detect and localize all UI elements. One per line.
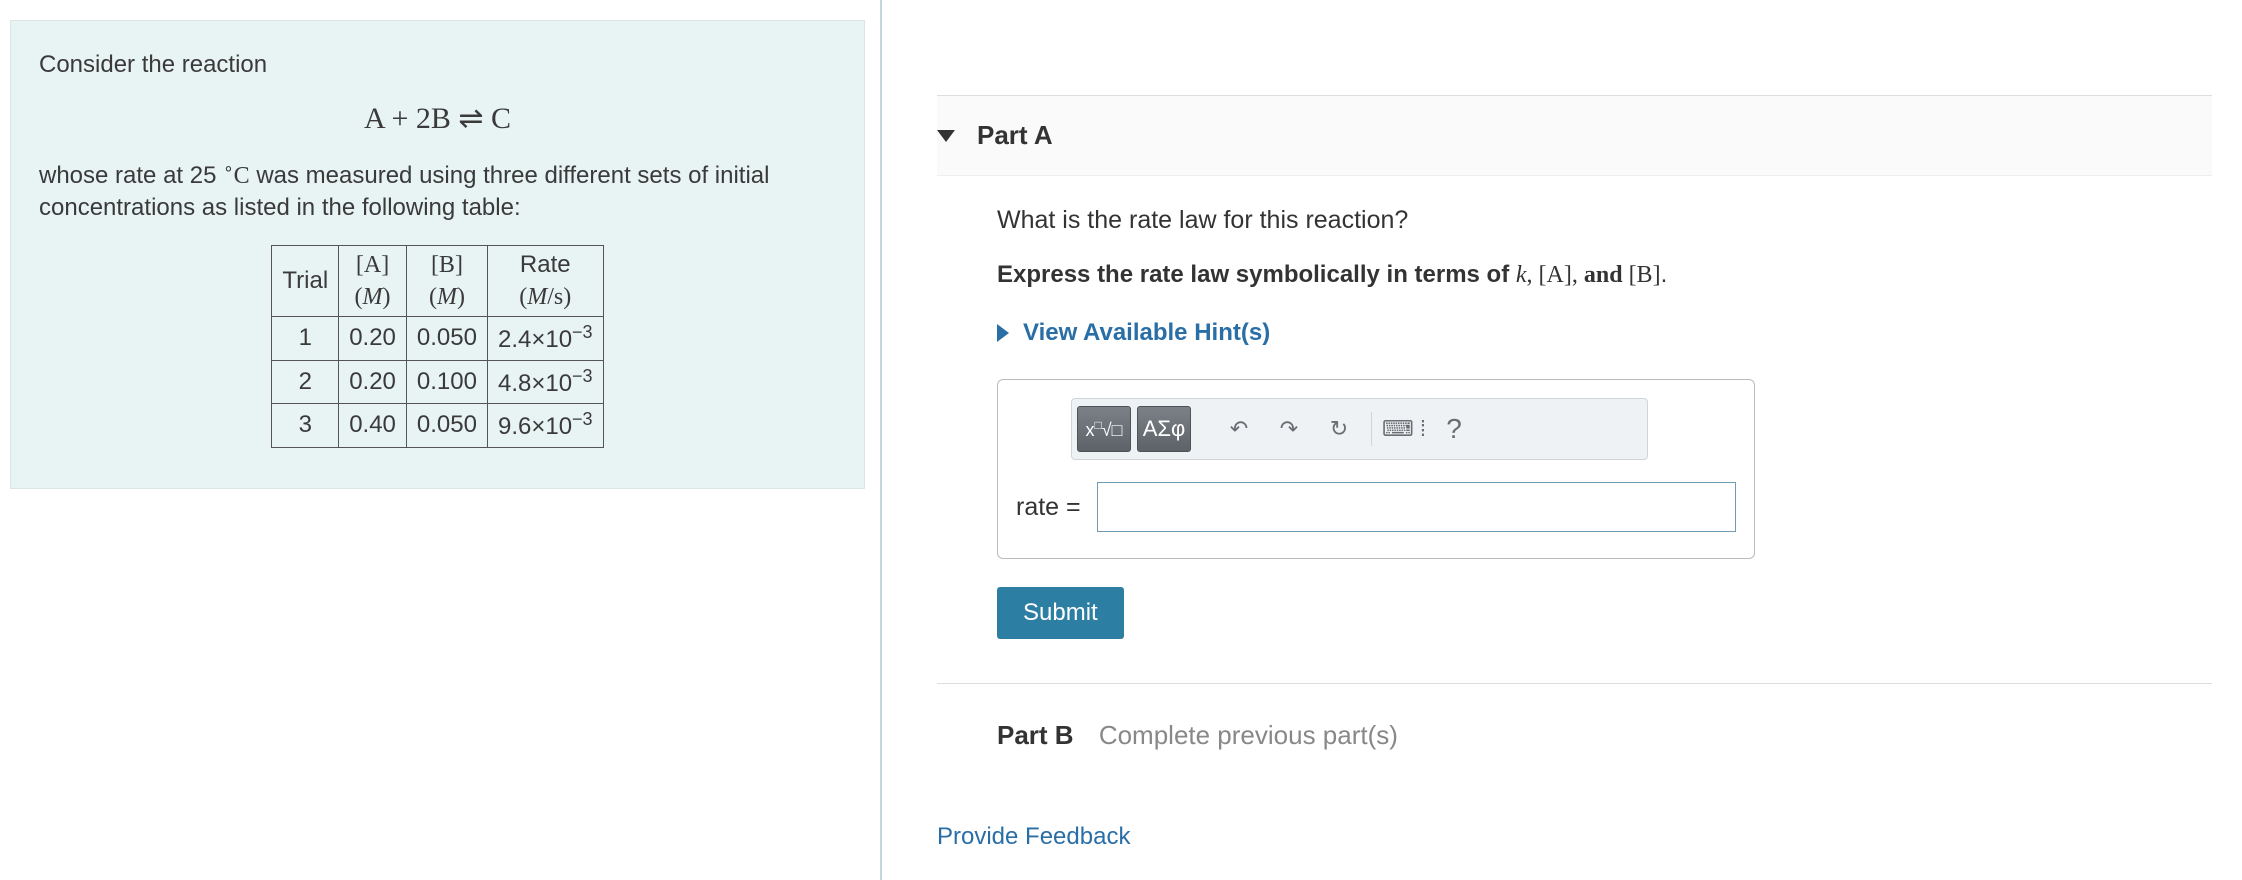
- part-b-label: Part B: [997, 720, 1074, 750]
- answer-input[interactable]: [1097, 482, 1736, 532]
- cell-trial: 3: [272, 404, 339, 447]
- intro-text-pre: whose rate at 25: [39, 162, 223, 189]
- instruction-pre: Express the rate law symbolically in ter…: [997, 261, 1516, 288]
- cell-trial: 1: [272, 317, 339, 360]
- cell-trial: 2: [272, 360, 339, 403]
- page: Consider the reaction A + 2B ⇌ C whose r…: [0, 0, 2242, 880]
- part-b-row: Part B Complete previous part(s): [997, 720, 2212, 751]
- col-b-bot: (M): [417, 281, 477, 313]
- question-text: What is the rate law for this reaction?: [997, 206, 2212, 235]
- table-row: 2 0.20 0.100 4.8×10−3: [272, 360, 603, 403]
- keyboard-button[interactable]: ⌨ ⁞: [1382, 407, 1426, 451]
- cell-a: 0.20: [339, 360, 407, 403]
- cell-b: 0.050: [406, 317, 487, 360]
- intro-line-2: whose rate at 25 ∘C was measured using t…: [39, 158, 836, 225]
- intro-line-1: Consider the reaction: [39, 49, 836, 81]
- col-a-top: [A]: [349, 249, 396, 281]
- stimulus-column: Consider the reaction A + 2B ⇌ C whose r…: [0, 0, 882, 880]
- greek-button[interactable]: ΑΣφ: [1137, 406, 1191, 452]
- col-a-bot: (M): [349, 281, 396, 313]
- answer-row: rate =: [1016, 482, 1736, 532]
- cell-a: 0.40: [339, 404, 407, 447]
- table-row: 3 0.40 0.050 9.6×10−3: [272, 404, 603, 447]
- toolbar-divider: [1371, 412, 1372, 446]
- part-a-title: Part A: [977, 120, 1053, 151]
- view-hints-button[interactable]: View Available Hint(s): [997, 319, 2212, 347]
- part-a-body: What is the rate law for this reaction? …: [937, 176, 2212, 851]
- equation-toolbar: x□√□ ΑΣφ ↶ ↷ ↻ ⌨ ⁞ ?: [1071, 398, 1648, 460]
- section-divider: [937, 683, 2212, 684]
- col-a: [A] (M): [339, 245, 407, 317]
- cell-b: 0.100: [406, 360, 487, 403]
- chevron-down-icon: [937, 130, 955, 142]
- chevron-right-icon: [997, 324, 1009, 342]
- reset-button[interactable]: ↻: [1317, 407, 1361, 451]
- data-table: Trial [A] (M) [B] (M) Rate (M/s): [271, 245, 603, 448]
- table-header-row: Trial [A] (M) [B] (M) Rate (M/s): [272, 245, 603, 317]
- table-row: 1 0.20 0.050 2.4×10−3: [272, 317, 603, 360]
- col-trial: Trial: [272, 245, 339, 317]
- col-rate: Rate (M/s): [487, 245, 603, 317]
- stimulus-box: Consider the reaction A + 2B ⇌ C whose r…: [10, 20, 865, 489]
- answer-box: x□√□ ΑΣφ ↶ ↷ ↻ ⌨ ⁞ ? rate =: [997, 379, 1755, 559]
- templates-button[interactable]: x□√□: [1077, 406, 1131, 452]
- question-column: Part A What is the rate law for this rea…: [882, 0, 2242, 880]
- help-button[interactable]: ?: [1432, 407, 1476, 451]
- part-a-header[interactable]: Part A: [937, 95, 2212, 176]
- col-rate-top: Rate: [498, 249, 593, 281]
- col-b-top: [B]: [417, 249, 477, 281]
- cell-rate: 9.6×10−3: [487, 404, 603, 447]
- cell-rate: 4.8×10−3: [487, 360, 603, 403]
- hints-label: View Available Hint(s): [1023, 319, 1270, 347]
- undo-button[interactable]: ↶: [1217, 407, 1261, 451]
- part-b-status: Complete previous part(s): [1099, 720, 1398, 750]
- cell-b: 0.050: [406, 404, 487, 447]
- provide-feedback-link[interactable]: Provide Feedback: [937, 823, 2212, 851]
- temperature-unit: ∘C: [223, 163, 250, 189]
- col-b: [B] (M): [406, 245, 487, 317]
- answer-prefix: rate =: [1016, 493, 1081, 522]
- cell-a: 0.20: [339, 317, 407, 360]
- instruction-text: Express the rate law symbolically in ter…: [997, 261, 2212, 289]
- reaction-equation: A + 2B ⇌ C: [39, 81, 836, 158]
- col-rate-bot: (M/s): [498, 281, 593, 313]
- redo-button[interactable]: ↷: [1267, 407, 1311, 451]
- submit-button[interactable]: Submit: [997, 587, 1124, 639]
- cell-rate: 2.4×10−3: [487, 317, 603, 360]
